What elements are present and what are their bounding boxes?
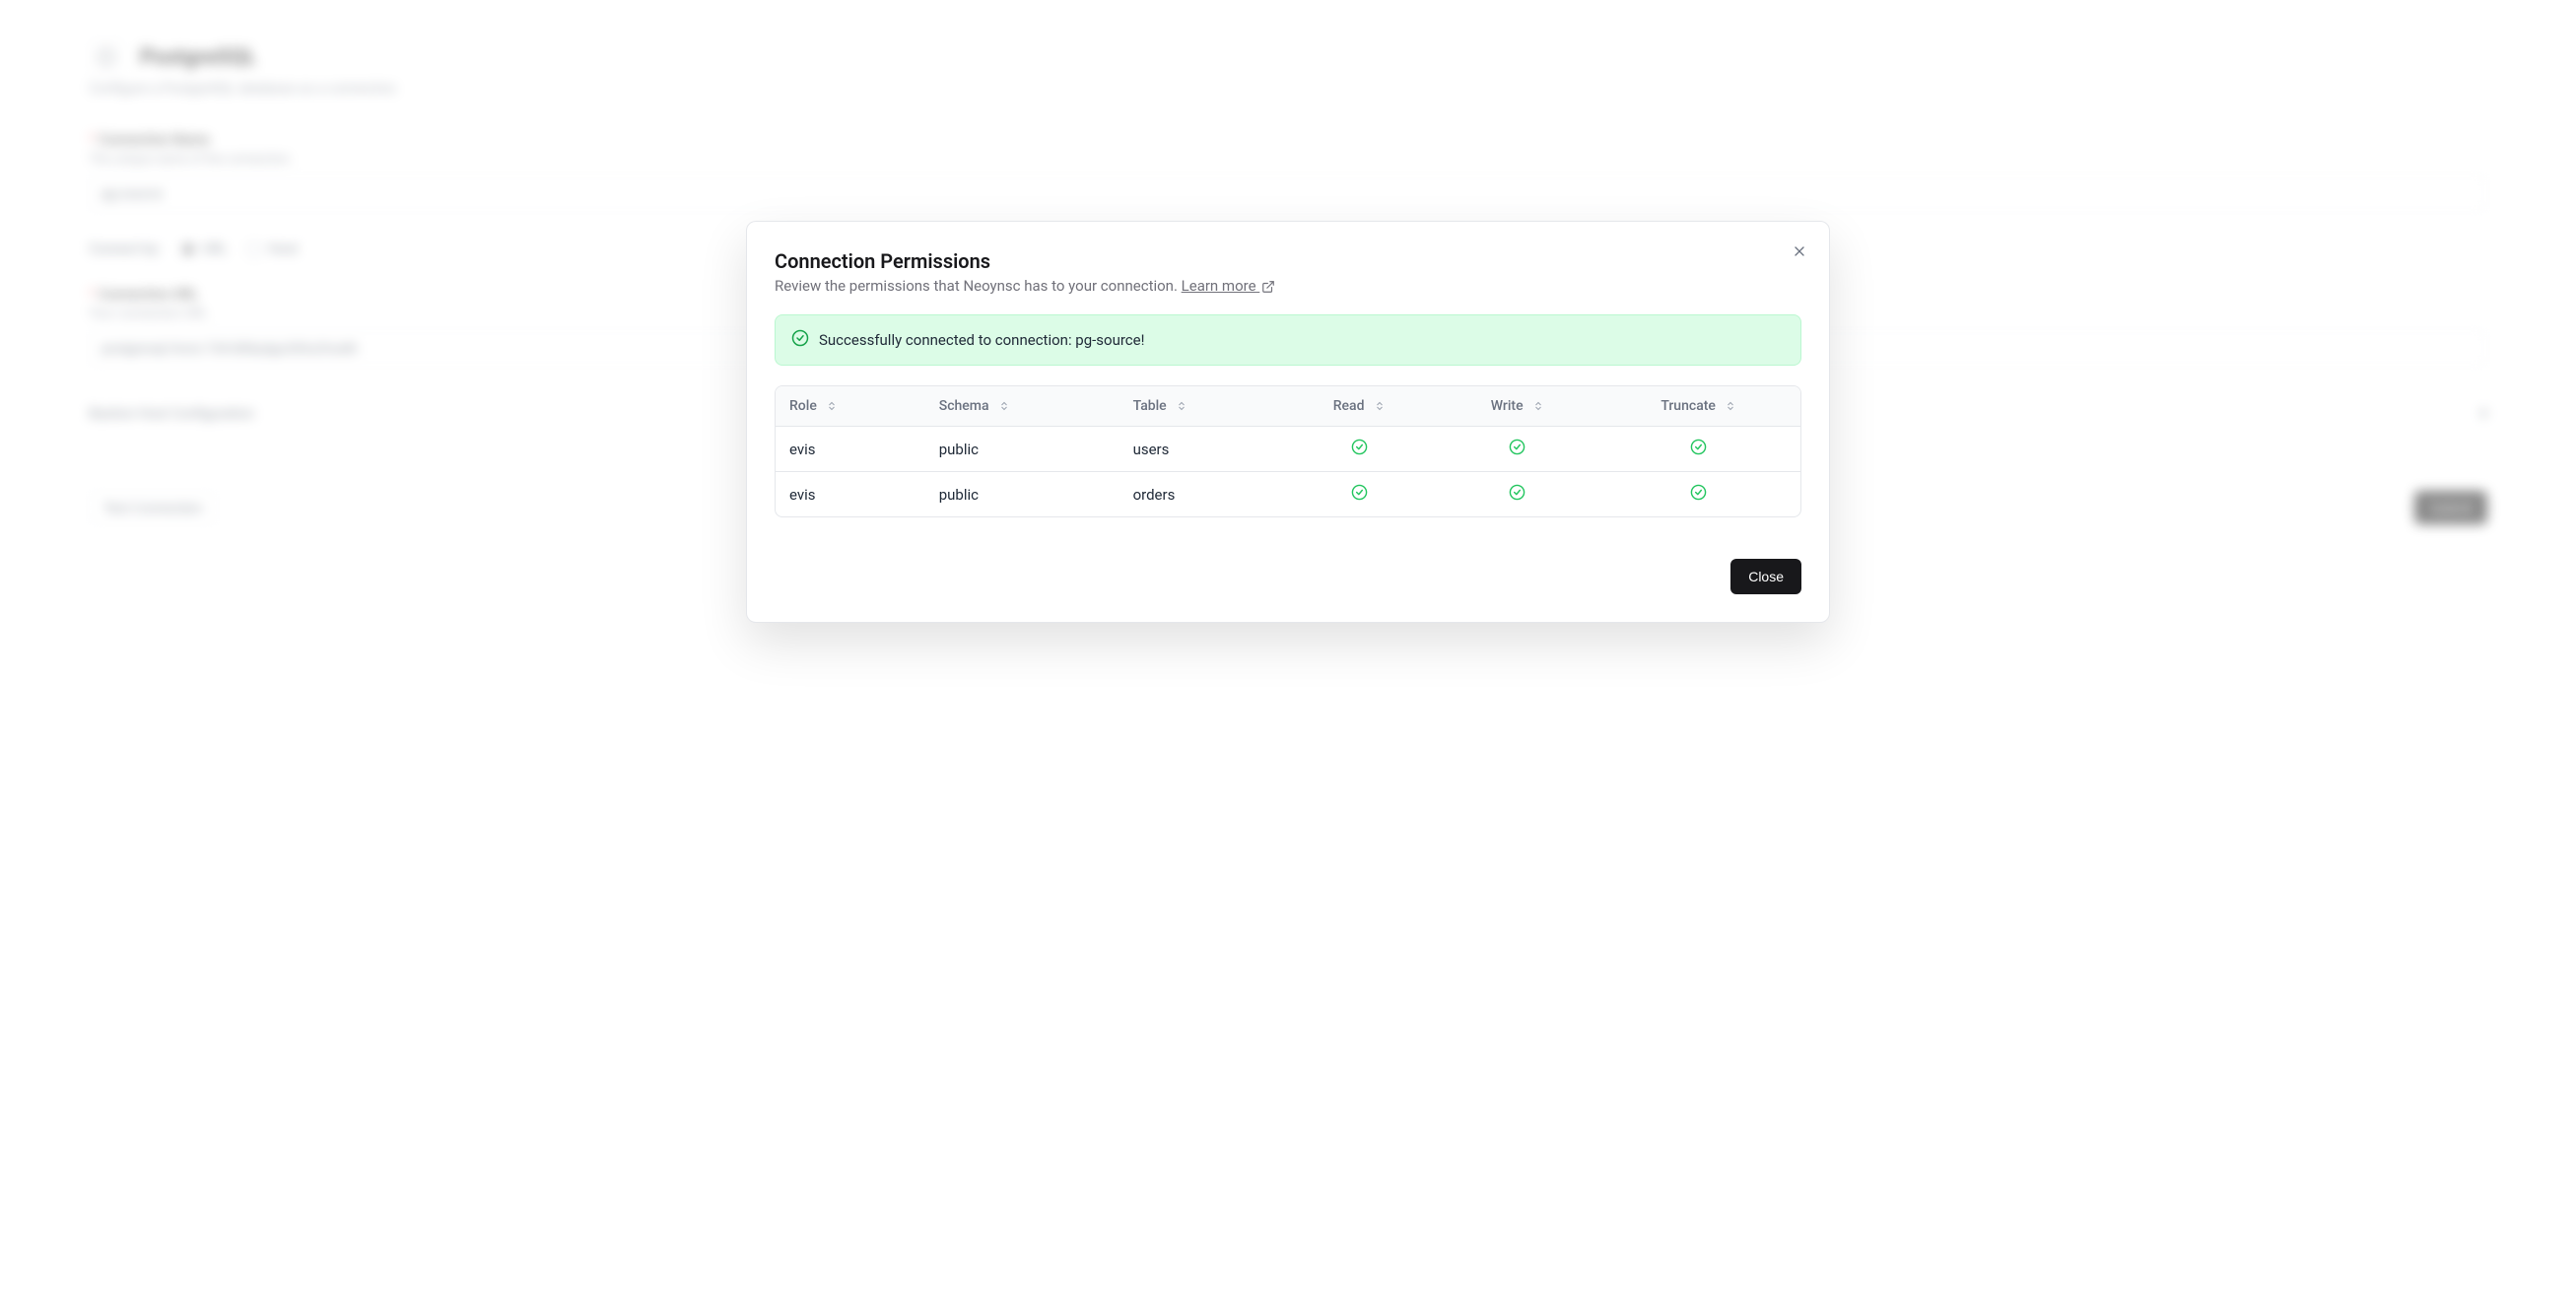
table-row: evispublicusers — [776, 427, 1800, 472]
close-button[interactable]: Close — [1730, 559, 1801, 594]
check-circle-icon — [1509, 439, 1525, 455]
cell-schema: public — [925, 472, 1119, 516]
col-schema[interactable]: Schema — [925, 386, 1119, 427]
sort-icon — [1725, 400, 1736, 412]
col-truncate[interactable]: Truncate — [1597, 386, 1800, 427]
modal-subtitle: Review the permissions that Neoynsc has … — [775, 277, 1801, 295]
success-alert: Successfully connected to connection: pg… — [775, 314, 1801, 366]
cell-truncate — [1597, 427, 1800, 472]
col-role[interactable]: Role — [776, 386, 925, 427]
cell-role: evis — [776, 472, 925, 516]
cell-read — [1281, 427, 1438, 472]
check-circle-icon — [1351, 484, 1368, 501]
alert-message: Successfully connected to connection: pg… — [819, 331, 1144, 349]
check-circle-icon — [791, 329, 809, 351]
permissions-table: Role Schema Table — [775, 385, 1801, 517]
modal-overlay: Connection Permissions Review the permis… — [0, 0, 2576, 1295]
check-circle-icon — [1509, 484, 1525, 501]
col-table[interactable]: Table — [1119, 386, 1281, 427]
cell-write — [1438, 427, 1597, 472]
sort-icon — [1532, 400, 1544, 412]
sort-icon — [998, 400, 1010, 412]
cell-table: users — [1119, 427, 1281, 472]
cell-write — [1438, 472, 1597, 516]
cell-table: orders — [1119, 472, 1281, 516]
external-link-icon — [1261, 280, 1275, 294]
check-circle-icon — [1690, 484, 1707, 501]
col-write[interactable]: Write — [1438, 386, 1597, 427]
cell-read — [1281, 472, 1438, 516]
modal-title: Connection Permissions — [775, 249, 1801, 273]
col-read[interactable]: Read — [1281, 386, 1438, 427]
check-circle-icon — [1351, 439, 1368, 455]
learn-more-link[interactable]: Learn more — [1182, 277, 1276, 295]
sort-icon — [1176, 400, 1187, 412]
table-row: evispublicorders — [776, 472, 1800, 516]
cell-role: evis — [776, 427, 925, 472]
check-circle-icon — [1690, 439, 1707, 455]
sort-icon — [1374, 400, 1386, 412]
connection-permissions-modal: Connection Permissions Review the permis… — [746, 221, 1830, 623]
cell-truncate — [1597, 472, 1800, 516]
sort-icon — [826, 400, 838, 412]
close-icon[interactable] — [1790, 241, 1809, 261]
cell-schema: public — [925, 427, 1119, 472]
